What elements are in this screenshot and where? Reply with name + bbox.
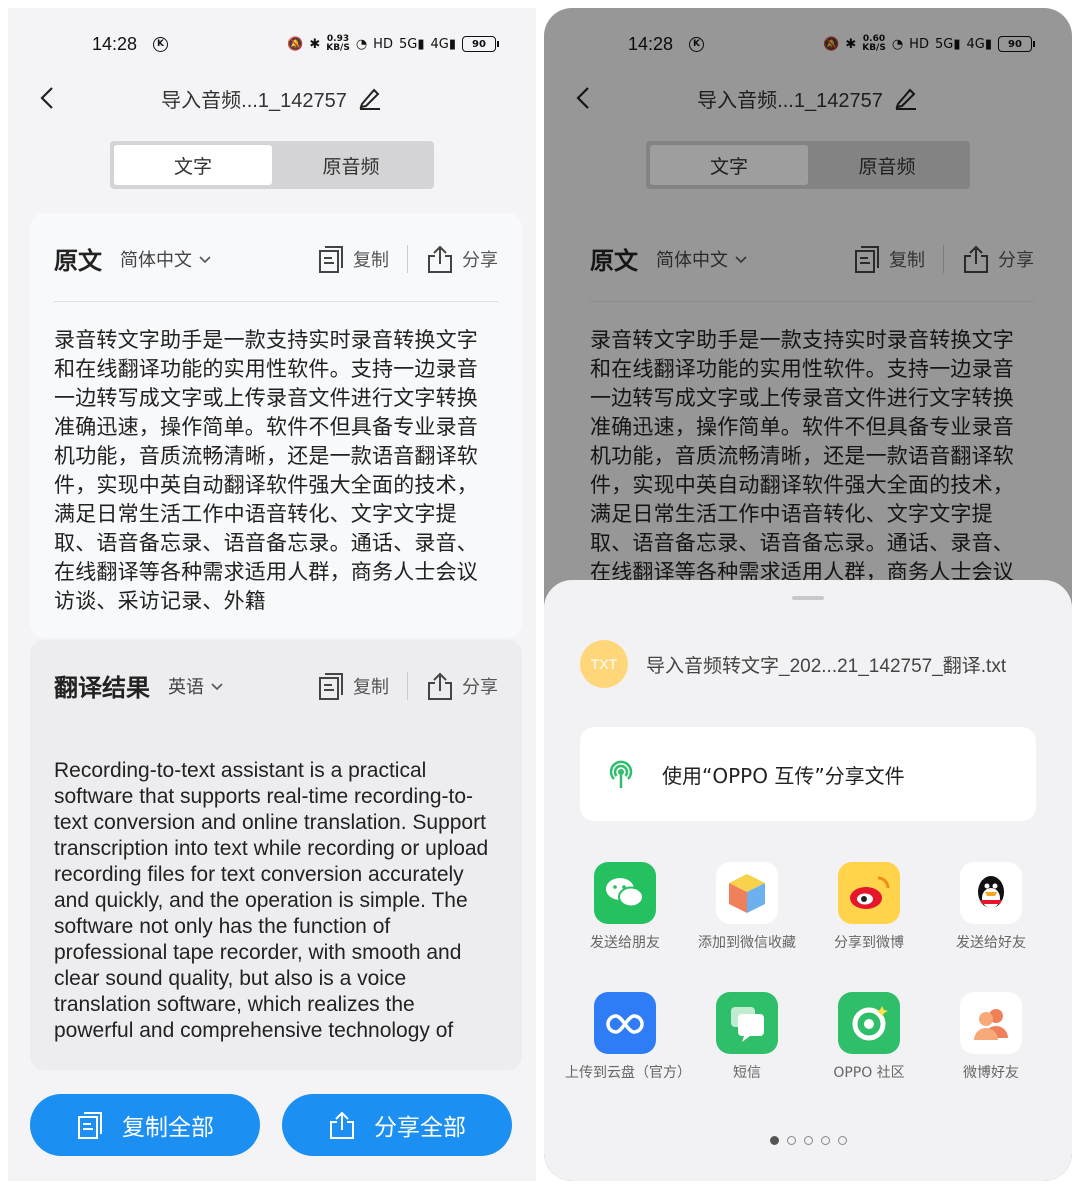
original-text-card: 原文 简体中文 复制 分享 录音转文字助手是一款支持实时录音转换文字和在线翻译功… [30, 213, 522, 638]
cloud-drive-icon [594, 992, 656, 1054]
chevron-down-icon [211, 682, 223, 690]
shared-file-row: TXT 导入音频转文字_202...21_142757_翻译.txt [580, 640, 1042, 688]
oppo-share-icon [609, 760, 633, 788]
edit-pencil-icon[interactable] [357, 85, 383, 111]
status-icons: 🔕 ✱ 0.93 KB/S ◔ HD 5G▮ 4G▮ 90 [287, 34, 499, 53]
bluetooth-icon: ✱ [309, 36, 321, 52]
qq-icon [960, 862, 1022, 924]
app-label: 添加到微信收藏 [698, 935, 796, 951]
app-label: 上传到云盘（官方） [565, 1065, 691, 1081]
messages-icon [716, 992, 778, 1054]
phone-screen-share-sheet: 14:28 K 🔕 ✱ 0.60 KB/S ◔ HD 5G▮ 4G▮ 90 导入音… [544, 8, 1072, 1181]
original-copy-button[interactable]: 复制 [317, 244, 389, 274]
copy-icon [319, 245, 343, 273]
app-label: 短信 [733, 1065, 761, 1081]
translation-language-label: 英语 [168, 676, 204, 698]
share-app-grid: 发送给朋友 添加到微信收藏 分享到微博 发送给好友 上传到云盘（官方） 短信 O… [564, 862, 1052, 1082]
wifi-icon: ◔ [355, 36, 368, 52]
translation-share-label: 分享 [462, 676, 498, 698]
app-label: 微博好友 [963, 1065, 1019, 1081]
wechat-favorites-icon [716, 862, 778, 924]
original-language-select[interactable]: 简体中文 [120, 246, 212, 272]
oppo-share-label: 使用“OPPO 互传”分享文件 [662, 763, 905, 788]
phone-screen-transcript: 14:28 K 🔕 ✱ 0.93 KB/S ◔ HD 5G▮ 4G▮ 90 导入音… [8, 8, 536, 1181]
share-weibo[interactable]: 分享到微博 [808, 862, 930, 952]
weibo-friends-icon [960, 992, 1022, 1054]
share-icon [330, 1111, 354, 1139]
share-all-button[interactable]: 分享全部 [282, 1094, 512, 1156]
network-speed: 0.93 KB/S [326, 34, 350, 53]
page-dot[interactable] [769, 1136, 779, 1145]
copy-all-label: 复制全部 [122, 1115, 214, 1141]
page-title: 导入音频...1_142757 [161, 84, 383, 113]
copy-icon [319, 672, 343, 700]
battery-icon: 90 [462, 36, 499, 52]
translation-text-body: Recording-to-text assistant is a practic… [54, 759, 489, 1042]
copy-icon [78, 1112, 102, 1139]
original-copy-label: 复制 [353, 249, 389, 271]
title-text: 导入音频...1_142757 [161, 89, 347, 112]
app-label: 分享到微博 [834, 935, 904, 951]
sheet-drag-handle[interactable] [792, 596, 824, 600]
translation-language-select[interactable]: 英语 [168, 673, 224, 699]
page-dot[interactable] [786, 1136, 796, 1145]
share-sheet: TXT 导入音频转文字_202...21_142757_翻译.txt 使用“OP… [544, 580, 1072, 1181]
page-indicator [544, 1136, 1072, 1145]
oppo-share-button[interactable]: 使用“OPPO 互传”分享文件 [580, 727, 1036, 821]
shared-file-name: 导入音频转文字_202...21_142757_翻译.txt [646, 655, 1007, 677]
original-share-label: 分享 [462, 249, 498, 271]
chevron-left-icon [40, 87, 53, 109]
txt-file-icon: TXT [580, 640, 628, 688]
tab-text[interactable]: 文字 [114, 145, 272, 185]
back-button[interactable] [36, 86, 60, 110]
action-separator [407, 244, 408, 273]
original-title: 原文 [54, 247, 102, 275]
k-badge-icon: K [153, 36, 169, 52]
signal-4g-icon: 4G▮ [430, 36, 456, 52]
original-share-button[interactable]: 分享 [426, 244, 498, 274]
header: 导入音频...1_142757 [8, 78, 536, 118]
translation-copy-label: 复制 [353, 676, 389, 698]
share-all-label: 分享全部 [374, 1115, 466, 1141]
share-weibo-friends[interactable]: 微博好友 [930, 992, 1052, 1082]
share-messages[interactable]: 短信 [686, 992, 808, 1082]
original-divider [54, 301, 498, 302]
copy-all-button[interactable]: 复制全部 [30, 1094, 260, 1156]
translation-title: 翻译结果 [54, 674, 150, 702]
translation-card-header: 翻译结果 英语 复制 分享 [54, 668, 498, 703]
share-wechat-friend[interactable]: 发送给朋友 [564, 862, 686, 952]
translation-copy-button[interactable]: 复制 [317, 671, 389, 701]
share-oppo-community[interactable]: OPPO 社区 [808, 992, 930, 1082]
translation-share-button[interactable]: 分享 [426, 671, 498, 701]
action-separator [407, 671, 408, 700]
signal-5g-icon: 5G▮ [398, 36, 425, 52]
original-card-header: 原文 简体中文 复制 分享 [54, 241, 498, 276]
app-label: OPPO 社区 [833, 1065, 905, 1081]
translation-actions: 复制 分享 [317, 671, 498, 701]
wechat-icon [594, 862, 656, 924]
chevron-down-icon [199, 255, 211, 263]
app-label: 发送给好友 [956, 935, 1026, 951]
original-language-label: 简体中文 [120, 249, 192, 271]
page-dot[interactable] [837, 1136, 847, 1145]
view-switcher: 文字 原音频 [110, 141, 434, 189]
translation-card: 翻译结果 英语 复制 分享 Recording-to-text assistan… [30, 640, 522, 1070]
share-wechat-favorites[interactable]: 添加到微信收藏 [686, 862, 808, 952]
share-qq-friend[interactable]: 发送给好友 [930, 862, 1052, 952]
weibo-icon [838, 862, 900, 924]
page-dot[interactable] [820, 1136, 830, 1145]
share-icon [428, 672, 452, 700]
app-label: 发送给朋友 [590, 935, 660, 951]
original-actions: 复制 分享 [317, 244, 498, 274]
hd-icon: HD [373, 36, 393, 52]
status-bar: 14:28 K 🔕 ✱ 0.93 KB/S ◔ HD 5G▮ 4G▮ 90 [92, 32, 516, 56]
oppo-community-icon [838, 992, 900, 1054]
page-dot[interactable] [803, 1136, 813, 1145]
status-time: 14:28 [92, 33, 138, 54]
tab-original-audio[interactable]: 原音频 [272, 145, 430, 185]
original-text-body: 录音转文字助手是一款支持实时录音转换文字和在线翻译功能的实用性软件。支持一边录音… [54, 328, 478, 613]
share-icon [428, 245, 452, 273]
share-cloud-drive[interactable]: 上传到云盘（官方） [564, 992, 691, 1082]
mute-icon: 🔕 [287, 36, 304, 52]
